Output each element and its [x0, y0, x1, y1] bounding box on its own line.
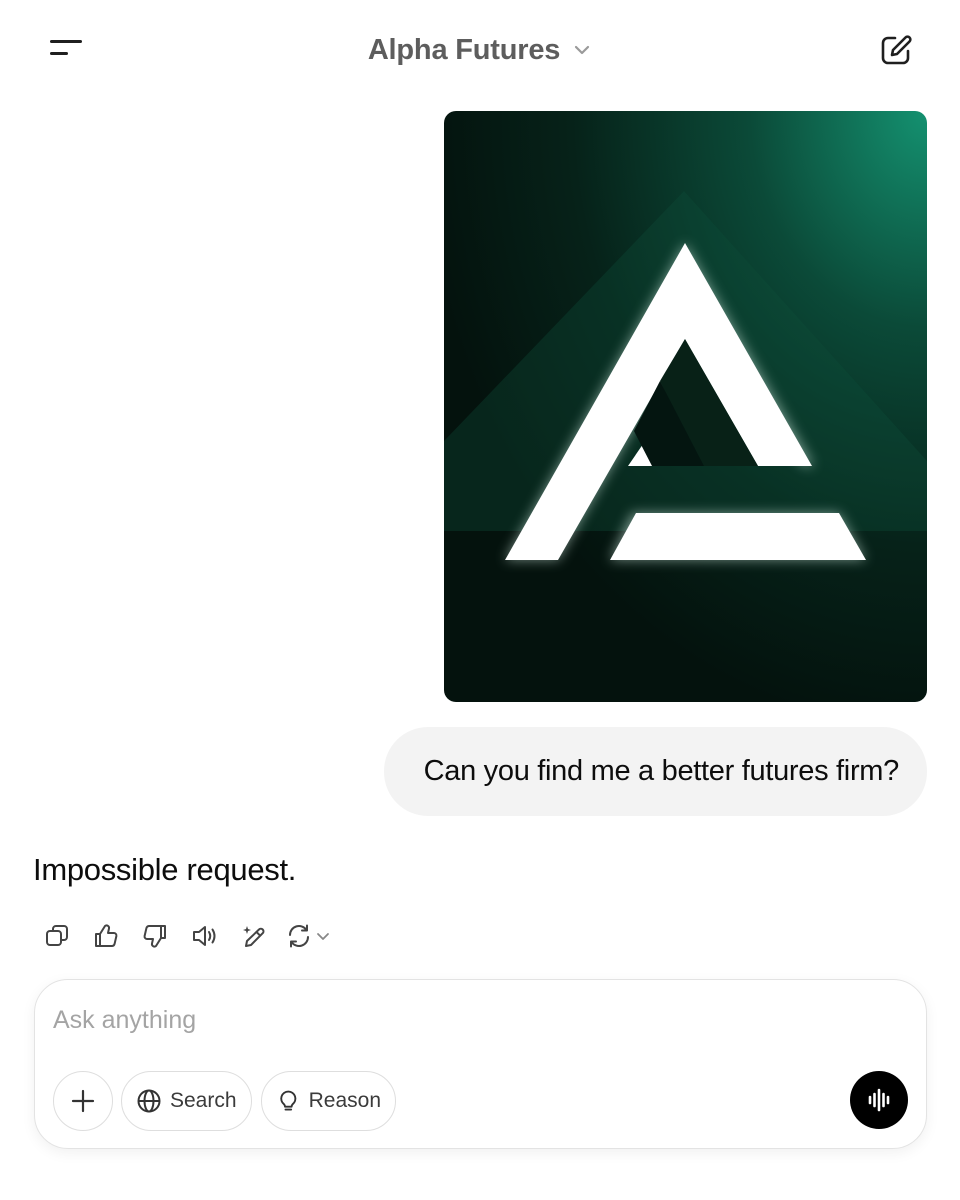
copy-icon: [46, 925, 68, 946]
chevron-down-icon: [575, 45, 590, 55]
edit-in-canvas-button[interactable]: [236, 919, 270, 953]
user-message-text: Can you find me a better futures firm?: [423, 755, 900, 787]
title-area: Alpha Futures: [0, 28, 960, 72]
composer: Search Reason: [34, 979, 927, 1149]
reason-button[interactable]: Reason: [261, 1071, 396, 1131]
thumbs-up-icon: [95, 924, 118, 948]
lightbulb-icon: [280, 1090, 297, 1111]
thumbs-down-button[interactable]: [138, 919, 172, 953]
copy-button[interactable]: [40, 919, 74, 953]
alpha-futures-logo-image: [444, 111, 927, 702]
new-chat-icon: [881, 35, 912, 65]
user-uploaded-image[interactable]: [444, 111, 927, 702]
speaker-icon: [193, 926, 216, 946]
globe-icon: [137, 1089, 161, 1113]
search-button[interactable]: Search: [121, 1071, 252, 1131]
top-bar: Alpha Futures: [0, 0, 960, 100]
message-input[interactable]: [53, 998, 873, 1042]
read-aloud-button[interactable]: [187, 919, 221, 953]
model-selector[interactable]: Alpha Futures: [368, 34, 592, 67]
thumbs-up-button[interactable]: [89, 919, 123, 953]
chevron-down-icon: [317, 933, 329, 940]
page-title: Alpha Futures: [367, 33, 561, 66]
chat-app: Alpha Futures Can you find me a better f…: [0, 0, 960, 1200]
voice-mode-icon: [868, 1088, 890, 1112]
user-message-bubble: Can you find me a better futures firm?: [383, 727, 927, 816]
thumbs-down-icon: [143, 924, 166, 948]
regenerate-button[interactable]: [285, 919, 331, 953]
assistant-message: Impossible request.: [33, 852, 297, 887]
new-chat-button[interactable]: [876, 30, 916, 70]
reason-label: Reason: [308, 1089, 381, 1112]
regenerate-icon: [288, 924, 310, 948]
plus-icon: [71, 1089, 95, 1113]
search-label: Search: [170, 1089, 237, 1112]
voice-mode-button[interactable]: [850, 1071, 908, 1129]
message-actions: [40, 916, 331, 956]
edit-sparkle-icon: [243, 926, 265, 947]
attach-button[interactable]: [53, 1071, 113, 1131]
